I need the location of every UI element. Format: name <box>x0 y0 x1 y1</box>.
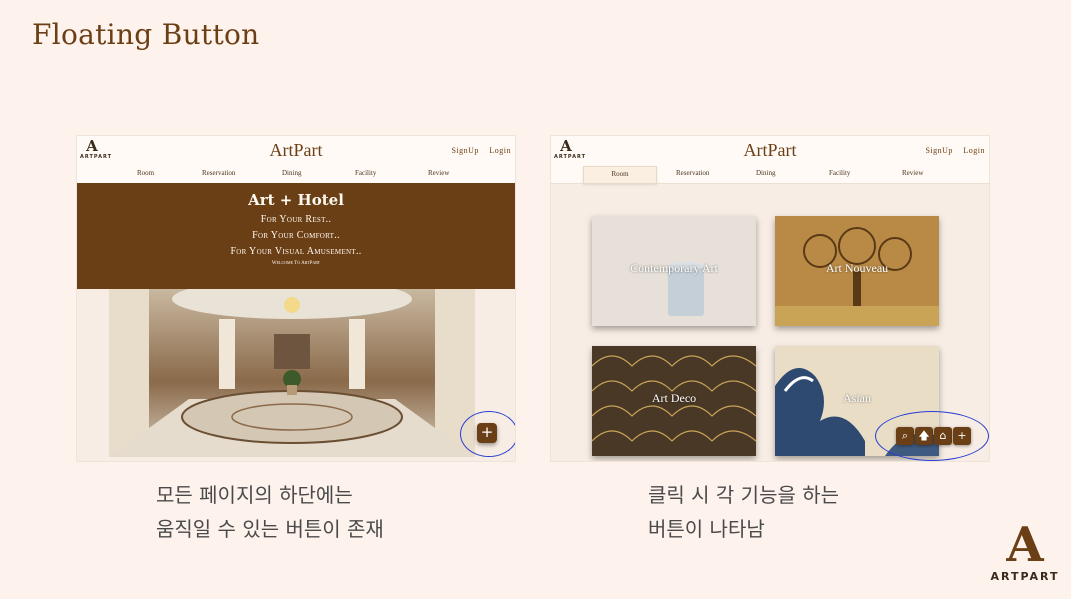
hero-banner: Art + Hotel For Your Rest.. For Your Com… <box>77 183 515 289</box>
nav-room[interactable]: Room <box>583 166 657 184</box>
nav-reservation[interactable]: Reservation <box>676 169 709 177</box>
nav-review[interactable]: Review <box>902 169 923 177</box>
caption-left: 모든 페이지의 하단에는 움직일 수 있는 버튼이 존재 <box>156 478 384 546</box>
caption-line: 클릭 시 각 기능을 하는 <box>648 483 840 507</box>
nav-dining[interactable]: Dining <box>282 169 301 177</box>
caption-line: 버튼이 나타남 <box>648 517 765 541</box>
hotel-lobby-image <box>109 289 475 457</box>
auth-links: SignUp Login <box>443 146 511 155</box>
home-page-screenshot: A ARTPART ArtPart SignUp Login Room Rese… <box>76 135 516 462</box>
caption-line: 움직일 수 있는 버튼이 존재 <box>156 517 384 541</box>
signup-link[interactable]: SignUp <box>451 146 478 155</box>
highlight-circle <box>460 411 515 457</box>
card-label: Contemporary Art <box>630 261 718 275</box>
hero-line: For Your Rest.. <box>260 214 332 225</box>
nav-review[interactable]: Review <box>428 169 449 177</box>
card-label: Art Nouveau <box>825 261 889 275</box>
site-header: A ARTPART ArtPart SignUp Login <box>77 136 515 166</box>
login-link[interactable]: Login <box>489 146 511 155</box>
hero-welcome: Welcome To ArtPart <box>271 261 321 266</box>
card-art-nouveau[interactable]: Art Nouveau <box>775 216 939 326</box>
login-link[interactable]: Login <box>963 146 985 155</box>
nav-room[interactable]: Room <box>137 169 154 177</box>
logo-mark: A <box>1006 517 1044 573</box>
highlight-circle <box>875 411 989 461</box>
card-art-deco[interactable]: Art Deco <box>592 346 756 456</box>
nav-reservation[interactable]: Reservation <box>202 169 235 177</box>
signup-link[interactable]: SignUp <box>925 146 952 155</box>
card-label: Asian <box>843 391 871 405</box>
hero-title: Art + Hotel <box>248 191 344 209</box>
logo-text: ARTPART <box>990 570 1060 583</box>
caption-line: 모든 페이지의 하단에는 <box>156 483 353 507</box>
slide-title: Floating Button <box>32 18 260 51</box>
room-page-screenshot: A ARTPART ArtPart SignUp Login Room Rese… <box>550 135 990 462</box>
main-nav: Room Reservation Dining Facility Review <box>77 166 515 184</box>
caption-right: 클릭 시 각 기능을 하는 버튼이 나타남 <box>648 478 839 546</box>
main-nav: Room Reservation Dining Facility Review <box>551 166 989 184</box>
nav-dining[interactable]: Dining <box>756 169 775 177</box>
card-contemporary-art[interactable]: Contemporary Art <box>592 216 756 326</box>
nav-facility[interactable]: Facility <box>355 169 376 177</box>
hero-line: For Your Visual Amusement.. <box>230 246 362 257</box>
hero-line: For Your Comfort.. <box>252 230 340 241</box>
nav-facility[interactable]: Facility <box>829 169 850 177</box>
artpart-logo: A ARTPART <box>990 520 1060 590</box>
card-label: Art Deco <box>651 391 697 405</box>
site-header: A ARTPART ArtPart SignUp Login <box>551 136 989 166</box>
auth-links: SignUp Login <box>917 146 985 155</box>
